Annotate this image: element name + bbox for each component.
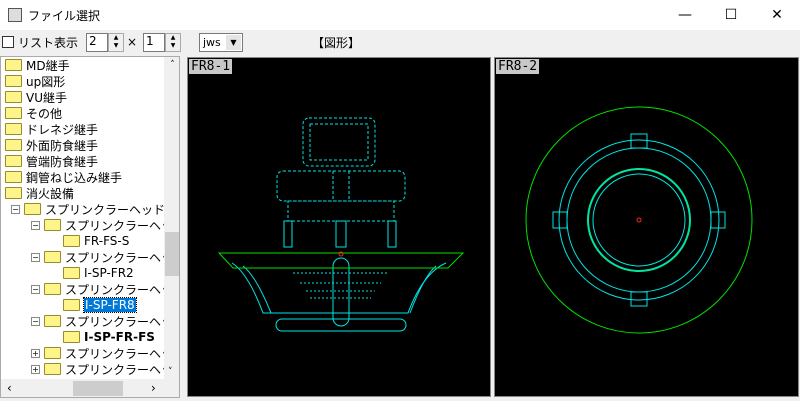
tree-item[interactable]: − スプリンクラーヘッド — [11, 201, 165, 217]
times-label: × — [127, 35, 138, 49]
preview-label: FR8-1 — [189, 59, 233, 74]
tree-item[interactable]: ドレネジ継手 — [5, 121, 98, 137]
rows-value[interactable]: 1 — [143, 32, 165, 52]
tree-item[interactable]: VU継手 — [5, 89, 67, 105]
app-icon — [8, 8, 22, 22]
tree-item[interactable]: − スプリンクラーヘッド — [31, 217, 180, 233]
extension-value: jws — [203, 35, 221, 49]
folder-icon — [5, 155, 22, 167]
folder-icon — [44, 251, 61, 263]
tree-item-label: スプリンクラーヘッド — [65, 314, 180, 329]
folder-icon — [5, 107, 22, 119]
folder-icon — [5, 123, 22, 135]
list-view-checkbox[interactable]: リスト表示 — [2, 33, 78, 51]
tree-item[interactable]: I-SP-FR2 — [63, 265, 134, 281]
tree-item-label: スプリンクラーヘッド — [65, 346, 180, 361]
tree-item[interactable]: 管端防食継手 — [5, 153, 98, 169]
window-title: ファイル選択 — [28, 8, 101, 23]
tree-item-label: ドレネジ継手 — [26, 122, 99, 137]
tree-item-label: up図形 — [26, 74, 66, 89]
tree-item[interactable]: − スプリンクラーヘッド — [31, 313, 180, 329]
scrollbar-thumb[interactable] — [73, 381, 123, 396]
tree-item[interactable]: − スプリンクラーヘッド — [31, 281, 180, 297]
collapse-icon[interactable]: − — [31, 252, 40, 262]
tree-item-label: スプリンクラーヘッド — [65, 250, 180, 265]
scrollbar-thumb[interactable] — [165, 232, 179, 276]
folder-icon — [44, 283, 61, 295]
title-bar: ファイル選択 — ☐ ✕ — [0, 0, 800, 30]
folder-icon — [5, 171, 22, 183]
folder-icon — [5, 91, 22, 103]
tree-item[interactable]: その他 — [5, 105, 62, 121]
columns-stepper[interactable]: 2 ▲ ▼ — [86, 32, 124, 52]
folder-icon — [5, 59, 22, 71]
tree-item-label: スプリンクラーヘッド — [65, 282, 180, 297]
extension-select[interactable]: jws ▼ — [199, 32, 243, 52]
tree-item-label: スプリンクラーヘッド — [45, 202, 166, 217]
close-button[interactable]: ✕ — [754, 0, 800, 30]
collapse-icon[interactable]: − — [11, 204, 20, 214]
tree-item-label: I-SP-FR-FS — [84, 330, 155, 344]
minimize-button[interactable]: — — [662, 0, 708, 30]
tree-item-label: 消火設備 — [26, 186, 75, 201]
tree-item[interactable]: MD継手 — [5, 57, 70, 73]
rows-stepper[interactable]: 1 ▲ ▼ — [143, 32, 181, 52]
tree-item[interactable]: 外面防食継手 — [5, 137, 98, 153]
folder-icon — [63, 267, 80, 279]
tree-item-label: スプリンクラーヘッド — [65, 218, 180, 233]
tree-item-label: MD継手 — [26, 58, 70, 73]
maximize-button[interactable]: ☐ — [708, 0, 754, 30]
folder-icon — [5, 75, 22, 87]
tree-item-label: その他 — [26, 106, 63, 121]
folder-icon — [5, 139, 22, 151]
folder-icon — [44, 315, 61, 327]
folder-icon — [44, 219, 61, 231]
collapse-icon[interactable]: − — [31, 220, 40, 230]
tree-item[interactable]: FR-FS-S — [63, 233, 129, 249]
preview-fr8-2[interactable]: FR8-2 — [494, 57, 799, 397]
tree-item[interactable]: 鋼管ねじ込み継手 — [5, 169, 122, 185]
tree-item[interactable]: + スプリンクラーヘッド — [31, 345, 180, 361]
tree-item-label: VU継手 — [26, 90, 67, 105]
tree-item-label: 管端防食継手 — [26, 154, 99, 169]
tree-item-label: 鋼管ねじ込み継手 — [26, 170, 123, 185]
tree-item-label: I-SP-FR8 — [83, 297, 137, 313]
folder-tree[interactable]: + スプリンクラーヘッド + スプリンクラーヘッド I-SP-FR-FS − スプリンクラー… — [0, 56, 180, 398]
folder-icon — [24, 203, 41, 215]
figure-heading: 【図形】 — [312, 35, 361, 50]
tree-item[interactable]: I-SP-FR8 — [63, 297, 137, 313]
folder-icon — [5, 187, 22, 199]
tree-item[interactable]: I-SP-FR-FS — [63, 329, 155, 345]
preview-fr8-1[interactable]: FR8-1 — [187, 57, 491, 397]
collapse-icon[interactable]: − — [31, 284, 40, 294]
vertical-scrollbar[interactable]: ˄ ˅ — [164, 57, 179, 379]
tree-item-label: I-SP-FR2 — [84, 266, 134, 280]
tree-item-label: スプリンクラーヘッド — [65, 362, 180, 377]
tree-item[interactable]: 消火設備 — [5, 185, 74, 201]
horizontal-scrollbar[interactable]: ‹ › — [1, 379, 179, 397]
folder-icon — [44, 347, 61, 359]
columns-value[interactable]: 2 — [86, 32, 108, 52]
toolbar: リスト表示 2 ▲ ▼ × 1 ▲ ▼ jws ▼ 【図形】 — [0, 30, 800, 54]
folder-icon — [63, 299, 80, 311]
tree-item-label: 外面防食継手 — [26, 138, 99, 153]
chevron-down-icon: ▼ — [226, 34, 241, 50]
collapse-icon[interactable]: − — [31, 316, 40, 326]
tree-item[interactable]: − スプリンクラーヘッド — [31, 249, 180, 265]
list-view-label: リスト表示 — [18, 35, 79, 50]
folder-icon — [63, 331, 80, 343]
expand-icon[interactable]: + — [31, 364, 40, 374]
tree-item[interactable]: + スプリンクラーヘッド — [31, 361, 180, 377]
folder-icon — [63, 235, 80, 247]
preview-label: FR8-2 — [496, 59, 540, 74]
tree-item[interactable]: up図形 — [5, 73, 65, 89]
folder-icon — [44, 363, 61, 375]
tree-item-label: FR-FS-S — [84, 234, 130, 248]
expand-icon[interactable]: + — [31, 348, 40, 358]
